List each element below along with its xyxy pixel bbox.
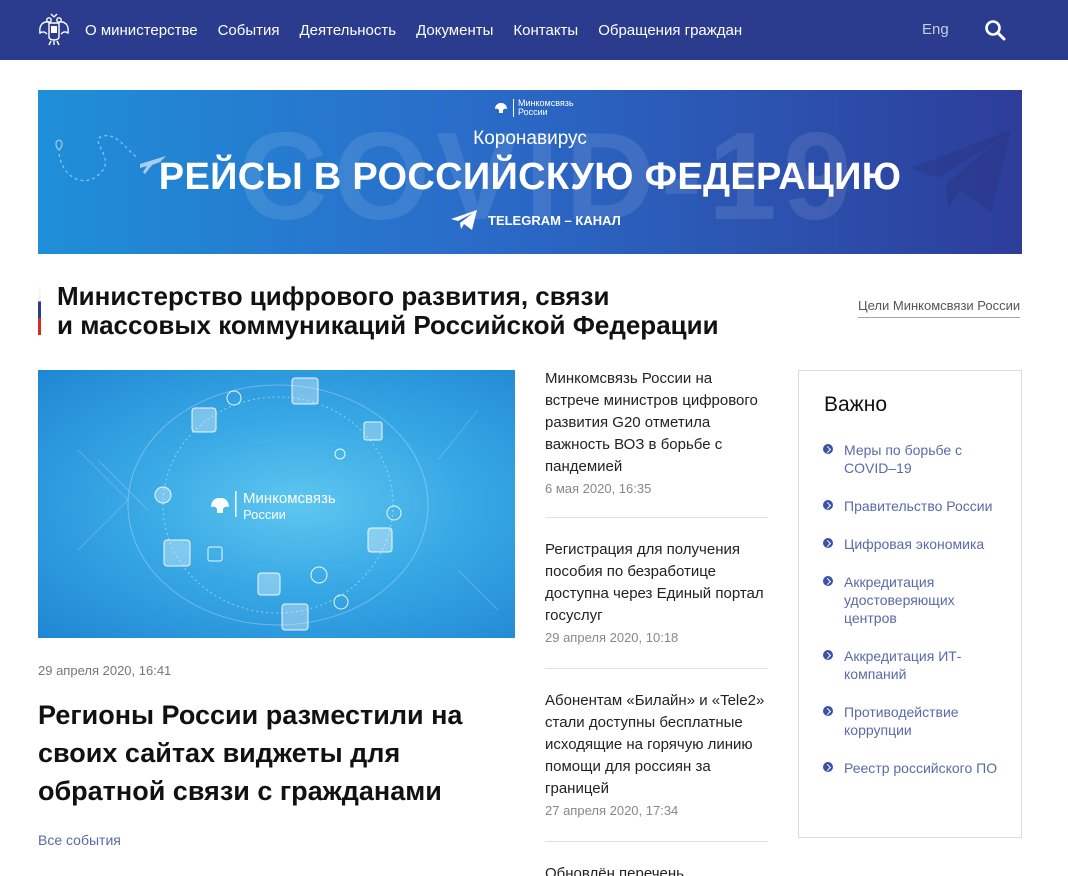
nav-item-contacts[interactable]: Контакты: [513, 22, 578, 39]
tricolor-bar: [38, 285, 41, 335]
arrow-bullet-icon: [823, 576, 833, 586]
featured-date: 29 апреля 2020, 16:41: [38, 663, 172, 678]
coat-of-arms-small-icon: [495, 103, 507, 113]
search-icon[interactable]: [984, 19, 1006, 41]
important-link-it-accreditation[interactable]: Аккредитация ИТ-компаний: [823, 647, 1003, 683]
important-link-digital-economy[interactable]: Цифровая экономика: [823, 535, 1003, 553]
important-title: Важно: [824, 393, 888, 416]
nav-item-events[interactable]: События: [218, 22, 280, 39]
news-item: Минкомсвязь России на встрече министров …: [545, 368, 768, 518]
important-link-government[interactable]: Правительство России: [823, 497, 1003, 515]
featured-logo-line1: Минкомсвязь: [243, 490, 336, 507]
important-link-anti-corruption[interactable]: Противодействие коррупции: [823, 703, 1003, 739]
banner-logo: Минкомсвязь России: [493, 99, 574, 117]
banner-title: РЕЙСЫ В РОССИЙСКУЮ ФЕДЕРАЦИЮ: [158, 156, 902, 198]
page-title: Министерство цифрового развития, связи и…: [57, 281, 719, 340]
important-links: Меры по борьбе с COVID–19 Правительство …: [823, 441, 1003, 777]
banner-logo-text: Минкомсвязь России: [513, 99, 574, 117]
arrow-bullet-icon: [823, 538, 833, 548]
banner-kicker: Коронавирус: [473, 128, 587, 149]
featured-image[interactable]: Минкомсвязь России: [38, 370, 515, 638]
ministry-goals-link[interactable]: Цели Минкомсвязи России: [858, 298, 1021, 318]
nav-item-documents[interactable]: Документы: [416, 22, 493, 39]
telegram-icon: [451, 210, 477, 230]
covid-banner[interactable]: COVID-19 Минкомсвязь России Коронавирус …: [38, 90, 1022, 254]
featured-title[interactable]: Регионы России разместили на своих сайта…: [38, 696, 498, 810]
main-menu: О министерстве События Деятельность Доку…: [85, 0, 762, 60]
news-list: Минкомсвязь России на встрече министров …: [545, 368, 768, 876]
news-title[interactable]: Регистрация для получения пособия по без…: [545, 539, 768, 627]
banner-telegram-link[interactable]: TELEGRAM – КАНАЛ: [450, 209, 621, 231]
arrow-bullet-icon: [823, 706, 833, 716]
nav-item-citizen-appeals[interactable]: Обращения граждан: [598, 22, 742, 39]
important-link-ca-accreditation[interactable]: Аккредитация удостоверяющих центров: [823, 573, 1003, 627]
featured-logo-line2: России: [243, 507, 286, 522]
arrow-bullet-icon: [823, 650, 833, 660]
news-item: Абонентам «Билайн» и «Tele2» стали досту…: [545, 669, 768, 842]
arrow-bullet-icon: [823, 444, 833, 454]
nav-item-about[interactable]: О министерстве: [85, 22, 198, 39]
important-link-covid[interactable]: Меры по борьбе с COVID–19: [823, 441, 1003, 477]
news-item: Регистрация для получения пособия по без…: [545, 518, 768, 669]
all-events-link[interactable]: Все события: [38, 832, 121, 848]
important-link-software-registry[interactable]: Реестр российского ПО: [823, 759, 1003, 777]
coat-of-arms-icon[interactable]: [36, 11, 72, 47]
news-title[interactable]: Абонентам «Билайн» и «Tele2» стали досту…: [545, 690, 768, 800]
language-switch[interactable]: Eng: [922, 21, 949, 38]
news-date: 27 апреля 2020, 17:34: [545, 803, 679, 818]
top-nav: О министерстве События Деятельность Доку…: [0, 0, 1068, 60]
news-title[interactable]: Минкомсвязь России на встрече министров …: [545, 368, 768, 478]
nav-item-activity[interactable]: Деятельность: [300, 22, 397, 39]
arrow-bullet-icon: [823, 500, 833, 510]
news-title[interactable]: Обновлён перечень: [545, 863, 768, 876]
arrow-bullet-icon: [823, 762, 833, 772]
news-item: Обновлён перечень: [545, 842, 768, 876]
news-date: 6 мая 2020, 16:35: [545, 481, 652, 496]
digital-network-illustration: Минкомсвязь России: [77, 377, 499, 631]
important-box: Важно Меры по борьбе с COVID–19 Правител…: [798, 370, 1022, 838]
news-date: 29 апреля 2020, 10:18: [545, 630, 679, 645]
